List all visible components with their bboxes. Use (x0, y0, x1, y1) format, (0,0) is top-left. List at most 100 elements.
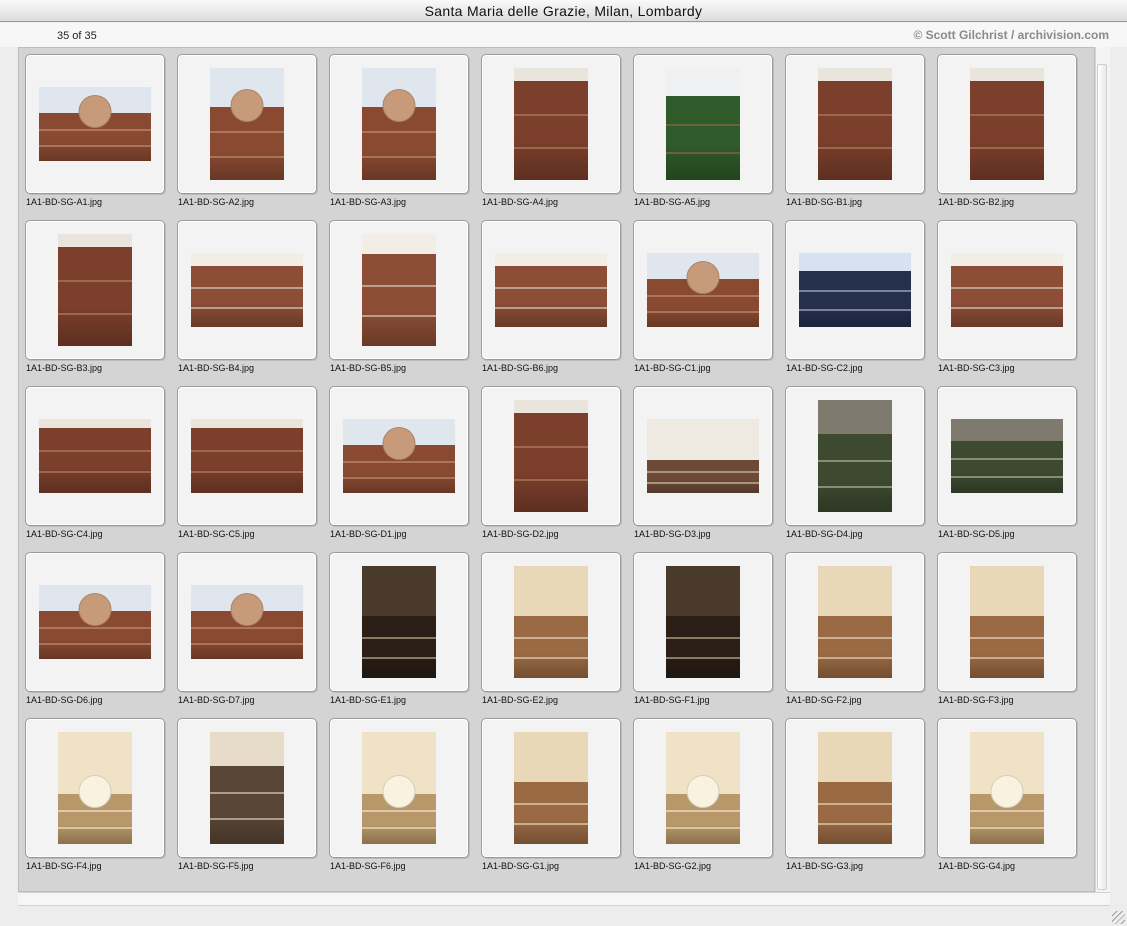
slide-frame[interactable] (177, 54, 317, 194)
thumbnail-item[interactable]: 1A1-BD-SG-B2.jpg (937, 54, 1077, 220)
slide-frame[interactable] (633, 552, 773, 692)
thumbnail-item[interactable]: 1A1-BD-SG-C2.jpg (785, 220, 925, 386)
thumbnail-item[interactable]: 1A1-BD-SG-A4.jpg (481, 54, 621, 220)
thumbnail-item[interactable]: 1A1-BD-SG-E1.jpg (329, 552, 469, 718)
photo-thumbnail[interactable] (58, 732, 132, 844)
slide-frame[interactable] (937, 386, 1077, 526)
slide-frame[interactable] (177, 386, 317, 526)
thumbnail-item[interactable]: 1A1-BD-SG-G3.jpg (785, 718, 925, 884)
photo-thumbnail[interactable] (58, 234, 132, 346)
slide-frame[interactable] (177, 220, 317, 360)
photo-thumbnail[interactable] (39, 419, 151, 493)
slide-frame[interactable] (785, 220, 925, 360)
photo-thumbnail[interactable] (362, 732, 436, 844)
slide-frame[interactable] (633, 718, 773, 858)
thumbnail-item[interactable]: 1A1-BD-SG-F1.jpg (633, 552, 773, 718)
photo-thumbnail[interactable] (818, 68, 892, 180)
slide-frame[interactable] (937, 220, 1077, 360)
slide-frame[interactable] (481, 54, 621, 194)
slide-frame[interactable] (25, 718, 165, 858)
slide-frame[interactable] (329, 718, 469, 858)
photo-thumbnail[interactable] (647, 419, 759, 493)
thumbnail-item[interactable]: 1A1-BD-SG-B3.jpg (25, 220, 165, 386)
thumbnail-item[interactable]: 1A1-BD-SG-C1.jpg (633, 220, 773, 386)
slide-frame[interactable] (25, 386, 165, 526)
photo-thumbnail[interactable] (514, 732, 588, 844)
slide-frame[interactable] (633, 220, 773, 360)
thumbnail-item[interactable]: 1A1-BD-SG-A2.jpg (177, 54, 317, 220)
thumbnail-item[interactable]: 1A1-BD-SG-A1.jpg (25, 54, 165, 220)
slide-frame[interactable] (937, 54, 1077, 194)
thumbnail-item[interactable]: 1A1-BD-SG-A5.jpg (633, 54, 773, 220)
thumbnail-item[interactable]: 1A1-BD-SG-D7.jpg (177, 552, 317, 718)
photo-thumbnail[interactable] (39, 585, 151, 659)
photo-thumbnail[interactable] (191, 585, 303, 659)
slide-frame[interactable] (481, 718, 621, 858)
photo-thumbnail[interactable] (362, 68, 436, 180)
slide-frame[interactable] (481, 552, 621, 692)
thumbnail-item[interactable]: 1A1-BD-SG-C3.jpg (937, 220, 1077, 386)
slide-frame[interactable] (481, 220, 621, 360)
photo-thumbnail[interactable] (666, 68, 740, 180)
photo-thumbnail[interactable] (514, 566, 588, 678)
horizontal-scrollbar[interactable] (18, 892, 1110, 906)
slide-frame[interactable] (177, 718, 317, 858)
slide-frame[interactable] (937, 552, 1077, 692)
vertical-scroll-thumb[interactable] (1097, 64, 1107, 890)
photo-thumbnail[interactable] (210, 68, 284, 180)
photo-thumbnail[interactable] (666, 566, 740, 678)
slide-frame[interactable] (329, 220, 469, 360)
thumbnail-item[interactable]: 1A1-BD-SG-G2.jpg (633, 718, 773, 884)
thumbnail-item[interactable]: 1A1-BD-SG-D2.jpg (481, 386, 621, 552)
thumbnail-item[interactable]: 1A1-BD-SG-G1.jpg (481, 718, 621, 884)
photo-thumbnail[interactable] (647, 253, 759, 327)
thumbnail-item[interactable]: 1A1-BD-SG-F3.jpg (937, 552, 1077, 718)
thumbnail-item[interactable]: 1A1-BD-SG-D6.jpg (25, 552, 165, 718)
slide-frame[interactable] (633, 54, 773, 194)
slide-frame[interactable] (481, 386, 621, 526)
thumbnail-item[interactable]: 1A1-BD-SG-C5.jpg (177, 386, 317, 552)
photo-thumbnail[interactable] (39, 87, 151, 161)
photo-thumbnail[interactable] (818, 732, 892, 844)
thumbnail-item[interactable]: 1A1-BD-SG-A3.jpg (329, 54, 469, 220)
photo-thumbnail[interactable] (818, 400, 892, 512)
photo-thumbnail[interactable] (799, 253, 911, 327)
slide-frame[interactable] (937, 718, 1077, 858)
slide-frame[interactable] (25, 54, 165, 194)
slide-frame[interactable] (785, 718, 925, 858)
photo-thumbnail[interactable] (514, 68, 588, 180)
photo-thumbnail[interactable] (951, 419, 1063, 493)
slide-frame[interactable] (25, 552, 165, 692)
slide-frame[interactable] (329, 386, 469, 526)
thumbnail-item[interactable]: 1A1-BD-SG-B4.jpg (177, 220, 317, 386)
slide-frame[interactable] (785, 552, 925, 692)
photo-thumbnail[interactable] (970, 68, 1044, 180)
photo-thumbnail[interactable] (362, 234, 436, 346)
thumbnail-item[interactable]: 1A1-BD-SG-D4.jpg (785, 386, 925, 552)
slide-frame[interactable] (329, 54, 469, 194)
photo-thumbnail[interactable] (666, 732, 740, 844)
slide-frame[interactable] (785, 386, 925, 526)
thumbnail-item[interactable]: 1A1-BD-SG-B1.jpg (785, 54, 925, 220)
slide-frame[interactable] (177, 552, 317, 692)
thumbnail-item[interactable]: 1A1-BD-SG-D3.jpg (633, 386, 773, 552)
slide-frame[interactable] (633, 386, 773, 526)
resize-grip-icon[interactable] (1112, 911, 1125, 924)
thumbnail-item[interactable]: 1A1-BD-SG-F5.jpg (177, 718, 317, 884)
photo-thumbnail[interactable] (210, 732, 284, 844)
slide-frame[interactable] (329, 552, 469, 692)
photo-thumbnail[interactable] (191, 253, 303, 327)
thumbnail-item[interactable]: 1A1-BD-SG-B5.jpg (329, 220, 469, 386)
thumbnail-item[interactable]: 1A1-BD-SG-F6.jpg (329, 718, 469, 884)
thumbnail-item[interactable]: 1A1-BD-SG-D1.jpg (329, 386, 469, 552)
photo-thumbnail[interactable] (970, 732, 1044, 844)
photo-thumbnail[interactable] (362, 566, 436, 678)
photo-thumbnail[interactable] (951, 253, 1063, 327)
thumbnail-item[interactable]: 1A1-BD-SG-D5.jpg (937, 386, 1077, 552)
thumbnail-item[interactable]: 1A1-BD-SG-B6.jpg (481, 220, 621, 386)
slide-frame[interactable] (785, 54, 925, 194)
thumbnail-item[interactable]: 1A1-BD-SG-G4.jpg (937, 718, 1077, 884)
photo-thumbnail[interactable] (343, 419, 455, 493)
thumbnail-item[interactable]: 1A1-BD-SG-F2.jpg (785, 552, 925, 718)
photo-thumbnail[interactable] (514, 400, 588, 512)
